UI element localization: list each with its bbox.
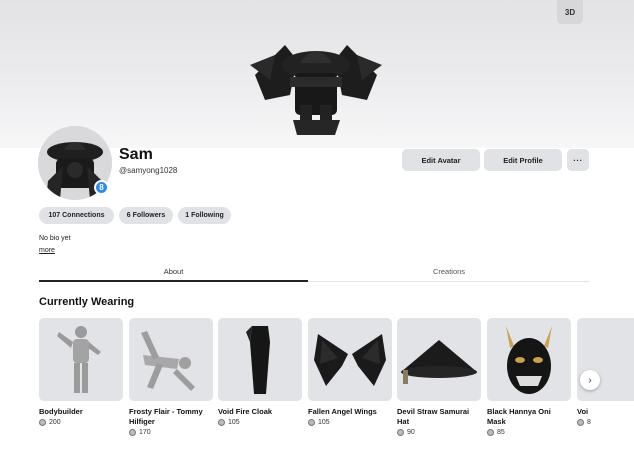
wearing-item[interactable]: Black Hannya Oni Mask 85 xyxy=(487,318,571,436)
wearing-item[interactable]: Devil Straw Samurai Hat 90 xyxy=(397,318,481,436)
wearing-item[interactable]: Void Fire Cloak 105 xyxy=(218,318,302,426)
item-name: Black Hannya Oni Mask xyxy=(487,407,551,426)
item-name: Frosty Flair - Tommy Hilfiger xyxy=(129,407,203,426)
edit-profile-button[interactable]: Edit Profile xyxy=(484,149,562,171)
item-price: 8 xyxy=(577,419,634,426)
username: @samyong1028 xyxy=(119,166,178,175)
avatar-3d-render xyxy=(250,45,382,135)
section-title-currently-wearing: Currently Wearing xyxy=(39,296,135,308)
item-price: 105 xyxy=(218,419,302,426)
tab-creations[interactable]: Creations xyxy=(308,262,590,282)
item-name: Voi xyxy=(577,407,589,416)
item-price: 200 xyxy=(39,419,123,426)
item-price: 170 xyxy=(129,429,213,436)
cloak-icon xyxy=(246,325,270,394)
bio-text: No bio yet xyxy=(39,235,71,242)
wearing-item[interactable]: Bodybuilder 200 xyxy=(39,318,123,426)
toggle-3d-button[interactable]: 3D xyxy=(557,0,583,24)
frosty-flair-pose-icon xyxy=(141,330,195,391)
item-thumbnail xyxy=(308,318,392,401)
display-name: Sam xyxy=(119,146,153,163)
item-price: 85 xyxy=(487,429,571,436)
item-thumbnail xyxy=(487,318,571,401)
more-options-button[interactable]: ··· xyxy=(567,149,589,171)
verified-badge-icon: 8 xyxy=(94,180,109,195)
item-name: Bodybuilder xyxy=(39,407,83,416)
item-name: Void Fire Cloak xyxy=(218,407,273,416)
item-name: Fallen Angel Wings xyxy=(308,407,377,416)
item-thumbnail xyxy=(397,318,481,401)
carousel-next-button[interactable]: › xyxy=(580,370,600,390)
item-price: 90 xyxy=(397,429,481,436)
bio-more-link[interactable]: more xyxy=(39,247,55,254)
robux-icon xyxy=(129,429,136,436)
item-price: 105 xyxy=(308,419,392,426)
robux-icon xyxy=(39,419,46,426)
bodybuilder-figure-icon xyxy=(57,325,101,393)
followers-pill[interactable]: 6 Followers xyxy=(119,207,173,224)
wearing-item[interactable]: Fallen Angel Wings 105 xyxy=(308,318,392,426)
item-thumbnail xyxy=(39,318,123,401)
robux-icon xyxy=(577,419,584,426)
robux-icon xyxy=(218,419,225,426)
connections-pill[interactable]: 107 Connections xyxy=(39,207,114,224)
chevron-right-icon: › xyxy=(588,374,592,386)
robux-icon xyxy=(487,429,494,436)
tab-about[interactable]: About xyxy=(39,262,308,282)
wearing-item[interactable]: Frosty Flair - Tommy Hilfiger 170 xyxy=(129,318,213,436)
oni-mask-icon xyxy=(506,325,552,394)
item-thumbnail xyxy=(129,318,213,401)
item-thumbnail xyxy=(218,318,302,401)
following-pill[interactable]: 1 Following xyxy=(178,207,231,224)
edit-avatar-button[interactable]: Edit Avatar xyxy=(402,149,480,171)
robux-icon xyxy=(397,429,404,436)
straw-hat-icon xyxy=(401,339,477,384)
robux-icon xyxy=(308,419,315,426)
item-name: Devil Straw Samurai Hat xyxy=(397,407,470,426)
profile-banner: 3D xyxy=(0,0,634,148)
wings-icon xyxy=(314,333,386,386)
